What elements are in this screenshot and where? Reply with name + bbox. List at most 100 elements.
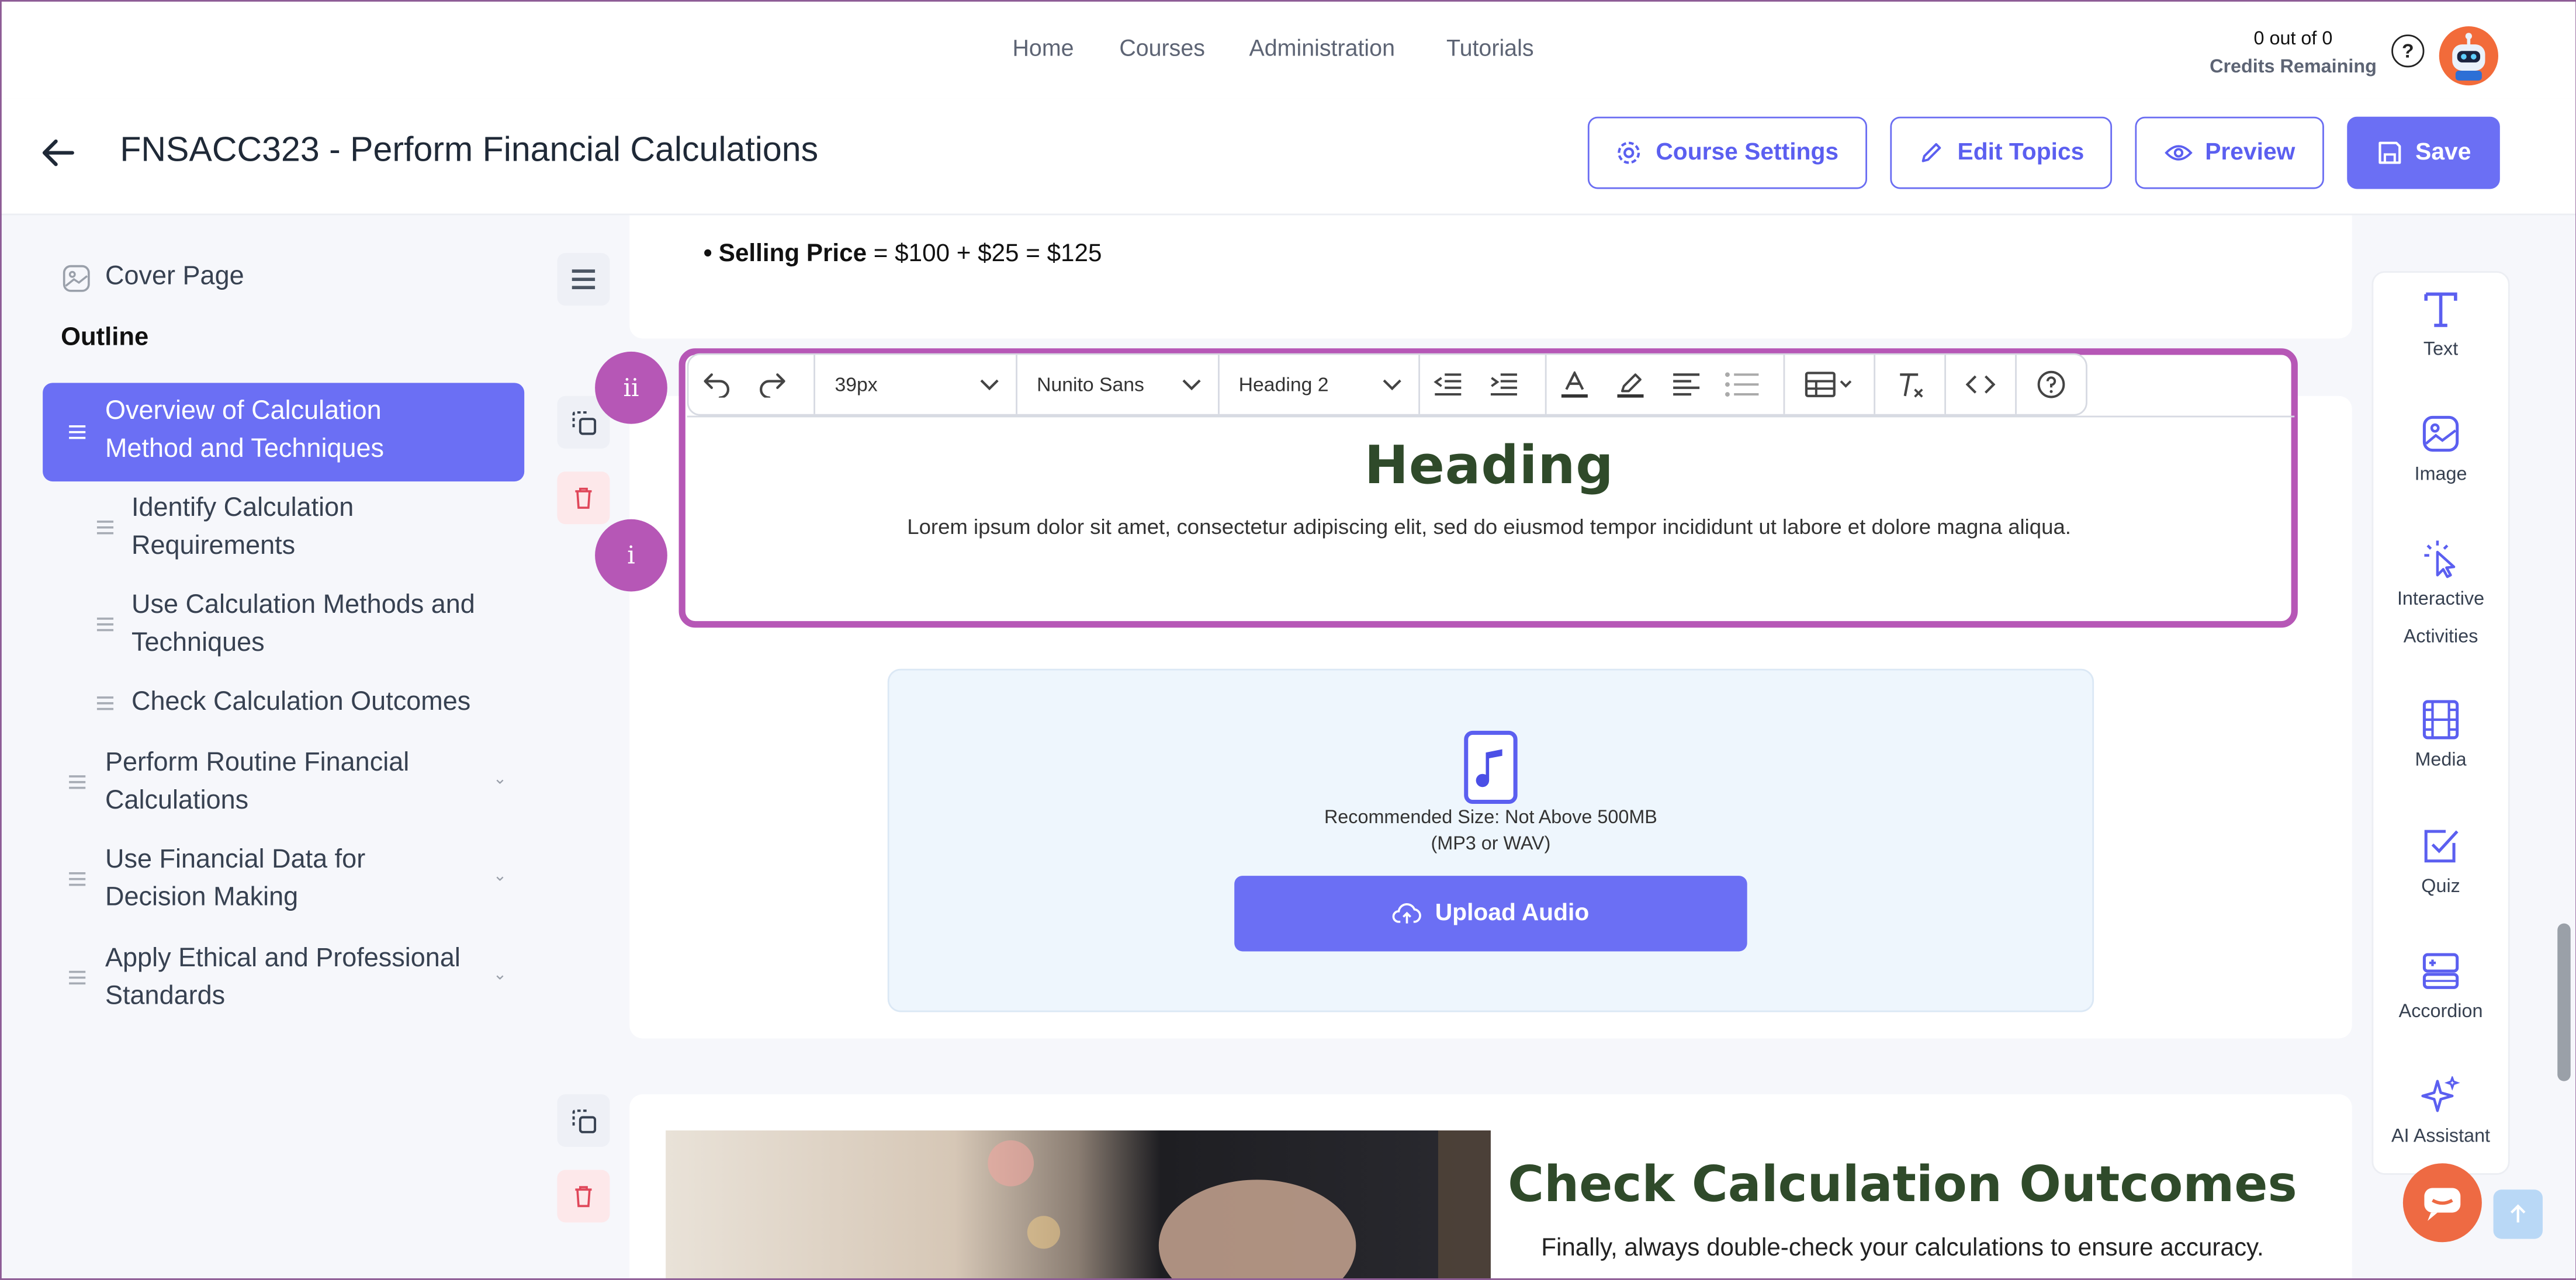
back-arrow-icon[interactable] bbox=[40, 135, 76, 171]
palette-quiz[interactable]: Quiz bbox=[2371, 827, 2509, 907]
editable-heading[interactable]: Heading bbox=[684, 434, 2294, 497]
sidebar-item-label-line: Requirements bbox=[131, 531, 296, 560]
align-left-icon bbox=[1674, 373, 1701, 396]
table-button[interactable] bbox=[1785, 355, 1876, 414]
app-canvas: Home Courses Administration Tutorials 0 … bbox=[0, 0, 2576, 1280]
palette-ai-assistant[interactable]: AI Assistant bbox=[2371, 1076, 2509, 1157]
image-icon bbox=[63, 264, 90, 292]
chevron-down-icon[interactable]: ⌄ bbox=[493, 868, 507, 886]
indent-icon bbox=[1490, 373, 1516, 396]
sidebar-item-identify-requirements[interactable]: Identify Calculation Requirements bbox=[131, 491, 354, 566]
drag-lines-icon[interactable] bbox=[67, 969, 87, 986]
step-badge-ii: ii bbox=[595, 351, 667, 424]
clear-format-button[interactable] bbox=[1876, 355, 1947, 414]
palette-label: Quiz bbox=[2421, 877, 2460, 897]
top-navbar: Home Courses Administration Tutorials 0 … bbox=[0, 0, 2576, 99]
help-icon[interactable]: ? bbox=[2391, 34, 2425, 68]
sidebar-item-decision-making[interactable]: Use Financial Data for Decision Making bbox=[105, 843, 365, 917]
palette-label: Accordion bbox=[2398, 1002, 2483, 1022]
save-disk-icon bbox=[2378, 141, 2401, 164]
chevron-down-icon bbox=[1382, 379, 1401, 391]
font-size-select[interactable]: 39px bbox=[815, 355, 1017, 414]
nav-courses-link[interactable]: Courses bbox=[1119, 34, 1205, 61]
palette-accordion[interactable]: Accordion bbox=[2371, 951, 2509, 1032]
preview-button[interactable]: Preview bbox=[2135, 116, 2324, 189]
outline-menu-button[interactable] bbox=[557, 253, 610, 306]
sidebar-item-use-methods[interactable]: Use Calculation Methods and Techniques bbox=[131, 588, 475, 662]
sidebar-item-label-line: Identify Calculation bbox=[131, 494, 354, 523]
outdent-icon bbox=[1433, 373, 1460, 396]
palette-media[interactable]: Media bbox=[2371, 700, 2509, 781]
bullet-value: $100 + $25 = $125 bbox=[895, 240, 1102, 268]
page-scrollbar[interactable] bbox=[2557, 923, 2571, 1081]
hands-calculating-photo bbox=[666, 1130, 1491, 1280]
sidebar-item-label-line: Techniques bbox=[131, 628, 265, 657]
pencil-icon bbox=[1921, 143, 1941, 162]
text-color-button[interactable] bbox=[1547, 355, 1604, 414]
align-left-button[interactable] bbox=[1659, 355, 1715, 414]
chevron-down-icon[interactable]: ⌄ bbox=[493, 771, 507, 789]
menu-icon bbox=[572, 269, 595, 289]
undo-button[interactable] bbox=[688, 355, 745, 414]
undo-icon bbox=[704, 373, 729, 398]
robot-avatar-icon bbox=[2452, 33, 2485, 81]
sidebar-item-routine-calculations[interactable]: Perform Routine Financial Calculations bbox=[105, 746, 409, 820]
scroll-to-top-button[interactable] bbox=[2493, 1189, 2543, 1239]
sidebar-item-check-outcomes[interactable]: Check Calculation Outcomes bbox=[131, 685, 470, 722]
upload-audio-button[interactable]: Upload Audio bbox=[1234, 876, 1747, 952]
image-icon bbox=[2422, 415, 2459, 452]
palette-interactive-activities[interactable]: Interactive Activities bbox=[2371, 539, 2509, 658]
sidebar-item-label-line: Method and Techniques bbox=[105, 434, 385, 463]
help-icon bbox=[2037, 370, 2065, 398]
block-style-select[interactable]: Heading 2 bbox=[1219, 355, 1419, 414]
drag-lines-icon[interactable] bbox=[95, 616, 115, 633]
palette-label: Media bbox=[2415, 751, 2467, 771]
upload-instructions: Recommended Size: Not Above 500MB (MP3 o… bbox=[888, 805, 2094, 858]
chat-launcher-button[interactable] bbox=[2402, 1163, 2482, 1243]
bullet-list-item: • Selling Price = $100 + $25 = $125 bbox=[703, 240, 1102, 268]
next-section-title: Check Calculation Outcomes bbox=[1508, 1157, 2297, 1215]
delete-block-button[interactable] bbox=[557, 1170, 610, 1223]
palette-label: AI Assistant bbox=[2391, 1127, 2491, 1147]
content-block-previous bbox=[629, 215, 2352, 339]
sidebar-item-label-line: Perform Routine Financial bbox=[105, 749, 410, 778]
accordion-icon bbox=[2422, 953, 2459, 989]
avatar[interactable] bbox=[2439, 26, 2498, 86]
indent-button[interactable] bbox=[1475, 355, 1531, 414]
delete-block-button[interactable] bbox=[557, 471, 610, 525]
credits-label: Credits Remaining bbox=[2210, 57, 2377, 78]
edit-topics-button[interactable]: Edit Topics bbox=[1890, 116, 2113, 189]
redo-button[interactable] bbox=[745, 355, 801, 414]
bullet-list-button[interactable] bbox=[1715, 355, 1771, 414]
drag-lines-icon[interactable] bbox=[95, 519, 115, 536]
font-family-select[interactable]: Nunito Sans bbox=[1017, 355, 1219, 414]
film-icon bbox=[2422, 700, 2459, 740]
editable-paragraph[interactable]: Lorem ipsum dolor sit amet, consectetur … bbox=[684, 514, 2294, 539]
drag-lines-icon[interactable] bbox=[95, 695, 115, 712]
duplicate-icon bbox=[572, 410, 595, 435]
upload-format-note: (MP3 or WAV) bbox=[1431, 834, 1551, 855]
editor-help-button[interactable] bbox=[2017, 355, 2086, 414]
chat-icon bbox=[2424, 1188, 2461, 1221]
palette-label: Text bbox=[2423, 340, 2459, 360]
highlight-button[interactable] bbox=[1603, 355, 1659, 414]
cloud-upload-icon bbox=[1393, 903, 1422, 924]
source-code-button[interactable] bbox=[1946, 355, 2017, 414]
text-color-icon bbox=[1562, 370, 1589, 397]
course-settings-button[interactable]: Course Settings bbox=[1587, 116, 1867, 189]
sidebar-item-overview[interactable]: Overview of Calculation Method and Techn… bbox=[43, 383, 525, 482]
drag-lines-icon[interactable] bbox=[67, 774, 87, 790]
palette-label: Activities bbox=[2403, 627, 2478, 648]
save-button[interactable]: Save bbox=[2347, 116, 2500, 189]
nav-tutorials-link[interactable]: Tutorials bbox=[1446, 34, 1534, 61]
outdent-button[interactable] bbox=[1419, 355, 1476, 414]
palette-text[interactable]: Text bbox=[2371, 289, 2509, 370]
chevron-down-icon[interactable]: ⌄ bbox=[493, 966, 507, 984]
sidebar-cover-page[interactable]: Cover Page bbox=[63, 263, 244, 293]
sidebar-item-ethical-standards[interactable]: Apply Ethical and Professional Standards bbox=[105, 942, 461, 1016]
drag-lines-icon[interactable] bbox=[67, 871, 87, 887]
nav-home-link[interactable]: Home bbox=[1013, 34, 1074, 61]
nav-administration-link[interactable]: Administration bbox=[1249, 34, 1395, 61]
duplicate-block-button[interactable] bbox=[557, 1094, 610, 1147]
palette-image[interactable]: Image bbox=[2371, 414, 2509, 495]
